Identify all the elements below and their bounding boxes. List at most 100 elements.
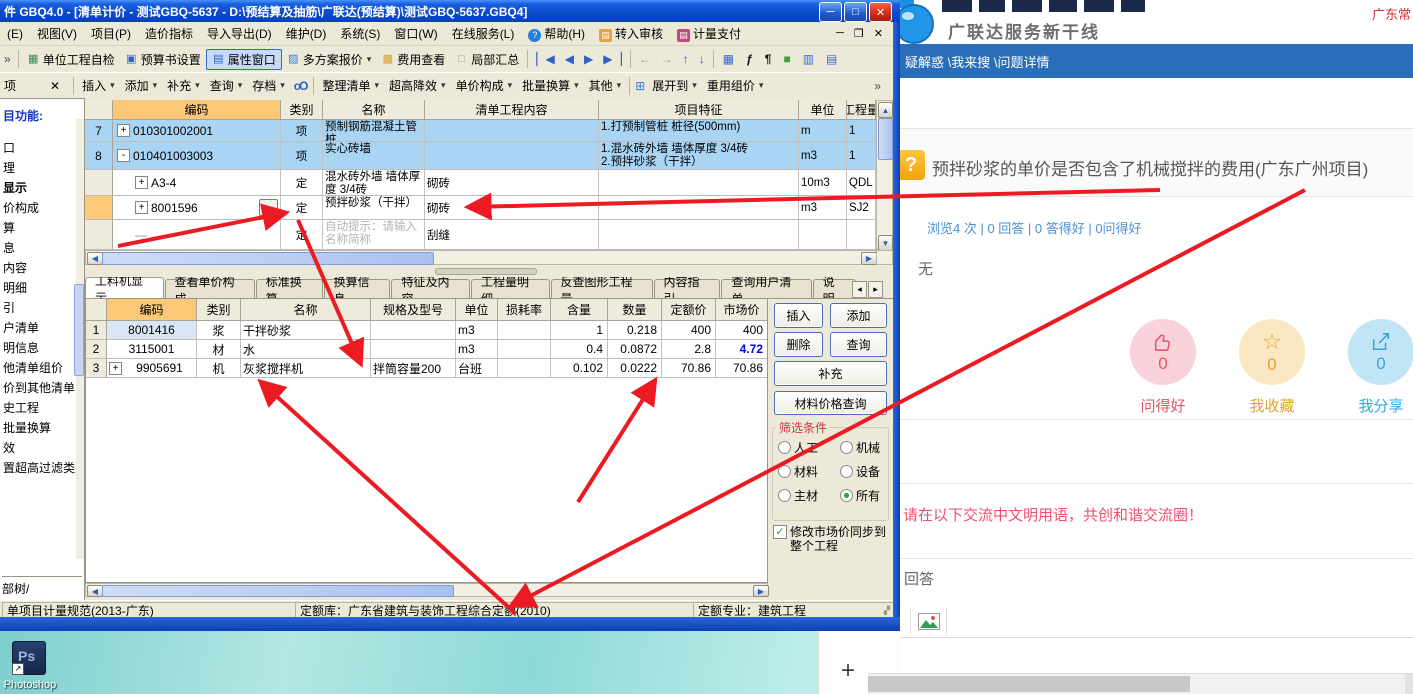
tab-scroll-right-icon[interactable]: ▸ <box>868 281 883 298</box>
cell-feature[interactable] <box>599 170 799 196</box>
toolbar-button-补充[interactable]: 补充▾ <box>162 76 205 95</box>
cell-price[interactable]: 2.8 <box>662 340 716 359</box>
row-header[interactable]: 8 <box>85 142 113 170</box>
sidebar-item-12[interactable]: 他清单组价 <box>3 359 63 376</box>
toolbar-button-展开到[interactable]: 展开到▾ <box>647 76 702 95</box>
menu-item-4[interactable]: 造价指标 <box>138 25 200 42</box>
cell-code[interactable]: -010401003003 <box>113 142 281 170</box>
column-header-rowhdr[interactable] <box>85 100 113 120</box>
cell-content[interactable]: 刮缝 <box>425 220 599 250</box>
radio-option-人工[interactable]: 人工 <box>778 439 818 456</box>
toolbar-button-属性窗口[interactable]: ▤属性窗口 <box>206 49 282 70</box>
ellipsis-button[interactable]: … <box>259 199 278 216</box>
menu-item-2[interactable]: 视图(V) <box>30 25 84 42</box>
cell-cat[interactable]: 定 <box>281 196 323 220</box>
tab-查看单价构成[interactable]: 查看单价构成 <box>165 279 255 299</box>
nav-last-icon[interactable]: ▶▕ <box>598 52 626 66</box>
sidebar-item-4[interactable]: 价构成 <box>3 199 39 216</box>
expand-icon[interactable]: + <box>117 124 130 137</box>
toolbar-button-添加[interactable]: 添加▾ <box>120 76 163 95</box>
new-tab-plus-button[interactable]: + <box>841 657 855 685</box>
minimize-button[interactable]: ─ <box>819 2 842 22</box>
arrow-right-icon[interactable]: → <box>656 52 678 66</box>
toolbar-button-单价构成[interactable]: 单价构成▾ <box>451 76 518 95</box>
menu-item-10[interactable]: ?帮助(H) <box>521 25 592 42</box>
cell-spec[interactable] <box>371 321 456 340</box>
menu-item-5[interactable]: 导入导出(D) <box>200 25 279 42</box>
button-补充[interactable]: 补充 <box>774 361 887 386</box>
cell-code[interactable]: 3115001 <box>107 340 197 359</box>
maximize-button[interactable]: □ <box>844 2 867 22</box>
scrollbar-thumb[interactable] <box>102 585 454 597</box>
toolbar-button-单位工程自检[interactable]: ▦单位工程自检 <box>22 50 120 69</box>
mdi-minimize-button[interactable]: ─ <box>836 27 844 40</box>
cell-code[interactable]: 8001416 <box>107 321 197 340</box>
toolbar-list-icon[interactable]: ▤ <box>820 52 843 66</box>
cell-cat[interactable]: 浆 <box>197 321 241 340</box>
insert-image-icon[interactable] <box>918 613 940 630</box>
toolbar-button-多方案报价[interactable]: ▨多方案报价▾ <box>282 50 377 69</box>
nav-next-icon[interactable]: ▶ <box>579 52 598 66</box>
sidebar-item-6[interactable]: 息 <box>3 239 15 256</box>
expand-icon[interactable]: + <box>135 176 148 189</box>
sidebar-item-9[interactable]: 引 <box>3 299 15 316</box>
toolbar-cube-icon[interactable]: ■ <box>777 52 796 66</box>
tab-说明[interactable]: 说明 <box>813 279 856 299</box>
column-header-qty[interactable]: 工程量 <box>847 100 876 120</box>
cell-unit[interactable]: 台班 <box>456 359 498 378</box>
sidebar-item-2[interactable]: 理 <box>3 159 15 176</box>
tab-标准换算[interactable]: 标准换算 <box>256 279 323 299</box>
cell-spec[interactable]: 拌筒容量200 <box>371 359 456 378</box>
cell-loss[interactable] <box>498 340 551 359</box>
column-header-feature[interactable]: 项目特征 <box>599 100 799 120</box>
row-header[interactable] <box>85 220 113 250</box>
radio-option-机械[interactable]: 机械 <box>840 439 880 456</box>
cell-name[interactable]: 预制钢筋混凝土管桩 <box>323 120 425 142</box>
radio-icon[interactable] <box>778 465 791 478</box>
menu-item-8[interactable]: 窗口(W) <box>387 25 444 42</box>
expand-icon[interactable]: + <box>109 362 122 375</box>
cell-unit[interactable]: m3 <box>799 196 847 220</box>
scrollbar-thumb[interactable] <box>868 676 1190 692</box>
row-header[interactable]: 1 <box>86 321 107 340</box>
resource-horizontal-scrollbar[interactable]: ◀ ▶ <box>85 583 768 597</box>
column-header-code[interactable]: 编码 <box>113 100 281 120</box>
cell-cat[interactable]: 定 <box>281 170 323 196</box>
cell-name[interactable]: 自动提示：请输入名称简称 <box>323 220 425 250</box>
mdi-window-controls[interactable]: ─❐✕ <box>836 27 883 40</box>
toolbar-sheet-search-icon[interactable]: ▥ <box>797 52 820 66</box>
toolbar-button-查询[interactable]: 查询▾ <box>205 76 248 95</box>
cell-content[interactable]: 砌砖 <box>425 196 599 220</box>
column-header-cat[interactable]: 类别 <box>197 299 241 321</box>
menu-item-1[interactable]: (E) <box>0 27 30 41</box>
bill-vertical-scrollbar[interactable]: ▲ ▼ <box>876 100 893 250</box>
top-right-link[interactable]: 广东常 <box>1372 4 1411 23</box>
cell-content[interactable] <box>425 142 599 170</box>
toolbar-button-存档[interactable]: 存档▾ <box>247 76 290 95</box>
toolbar-button-重用组价[interactable]: 重用组价▾ <box>702 76 769 95</box>
button-添加[interactable]: 添加 <box>830 303 887 328</box>
toolbar-overflow-chevron[interactable]: » <box>0 52 15 66</box>
menu-item-9[interactable]: 在线服务(L) <box>445 25 522 42</box>
column-header-code[interactable]: 编码 <box>107 299 197 321</box>
cell-qty[interactable]: SJ2 <box>847 196 876 220</box>
cell-code[interactable]: +8001596… <box>113 196 281 220</box>
radio-icon[interactable] <box>840 489 853 502</box>
cell-unit[interactable] <box>799 220 847 250</box>
tab-反查图形工程量[interactable]: 反查图形工程量 <box>551 279 653 299</box>
cell-content[interactable]: 0.4 <box>551 340 608 359</box>
tab-换算信息[interactable]: 换算信息 <box>324 279 391 299</box>
cell-market[interactable]: 400 <box>716 321 768 340</box>
tab-特征及内容[interactable]: 特征及内容 <box>391 279 470 299</box>
radio-icon[interactable] <box>840 441 853 454</box>
cell-feature[interactable]: 1.混水砖外墙 墙体厚度 3/4砖2.预拌砂浆（干拌） <box>599 142 799 170</box>
expand-icon[interactable]: + <box>135 201 148 214</box>
binoculars-icon[interactable]: oO <box>290 79 311 93</box>
scrollbar-thumb[interactable] <box>102 252 434 265</box>
mdi-close-button[interactable]: ✕ <box>874 27 883 40</box>
cell-name[interactable]: 干拌砂浆 <box>241 321 371 340</box>
cell-content[interactable]: 0.102 <box>551 359 608 378</box>
toolbar-calculator-icon[interactable]: ▦ <box>717 52 740 66</box>
tab-工料机显示[interactable]: 工料机显示 <box>85 277 164 299</box>
cell-name[interactable]: 实心砖墙 <box>323 142 425 170</box>
